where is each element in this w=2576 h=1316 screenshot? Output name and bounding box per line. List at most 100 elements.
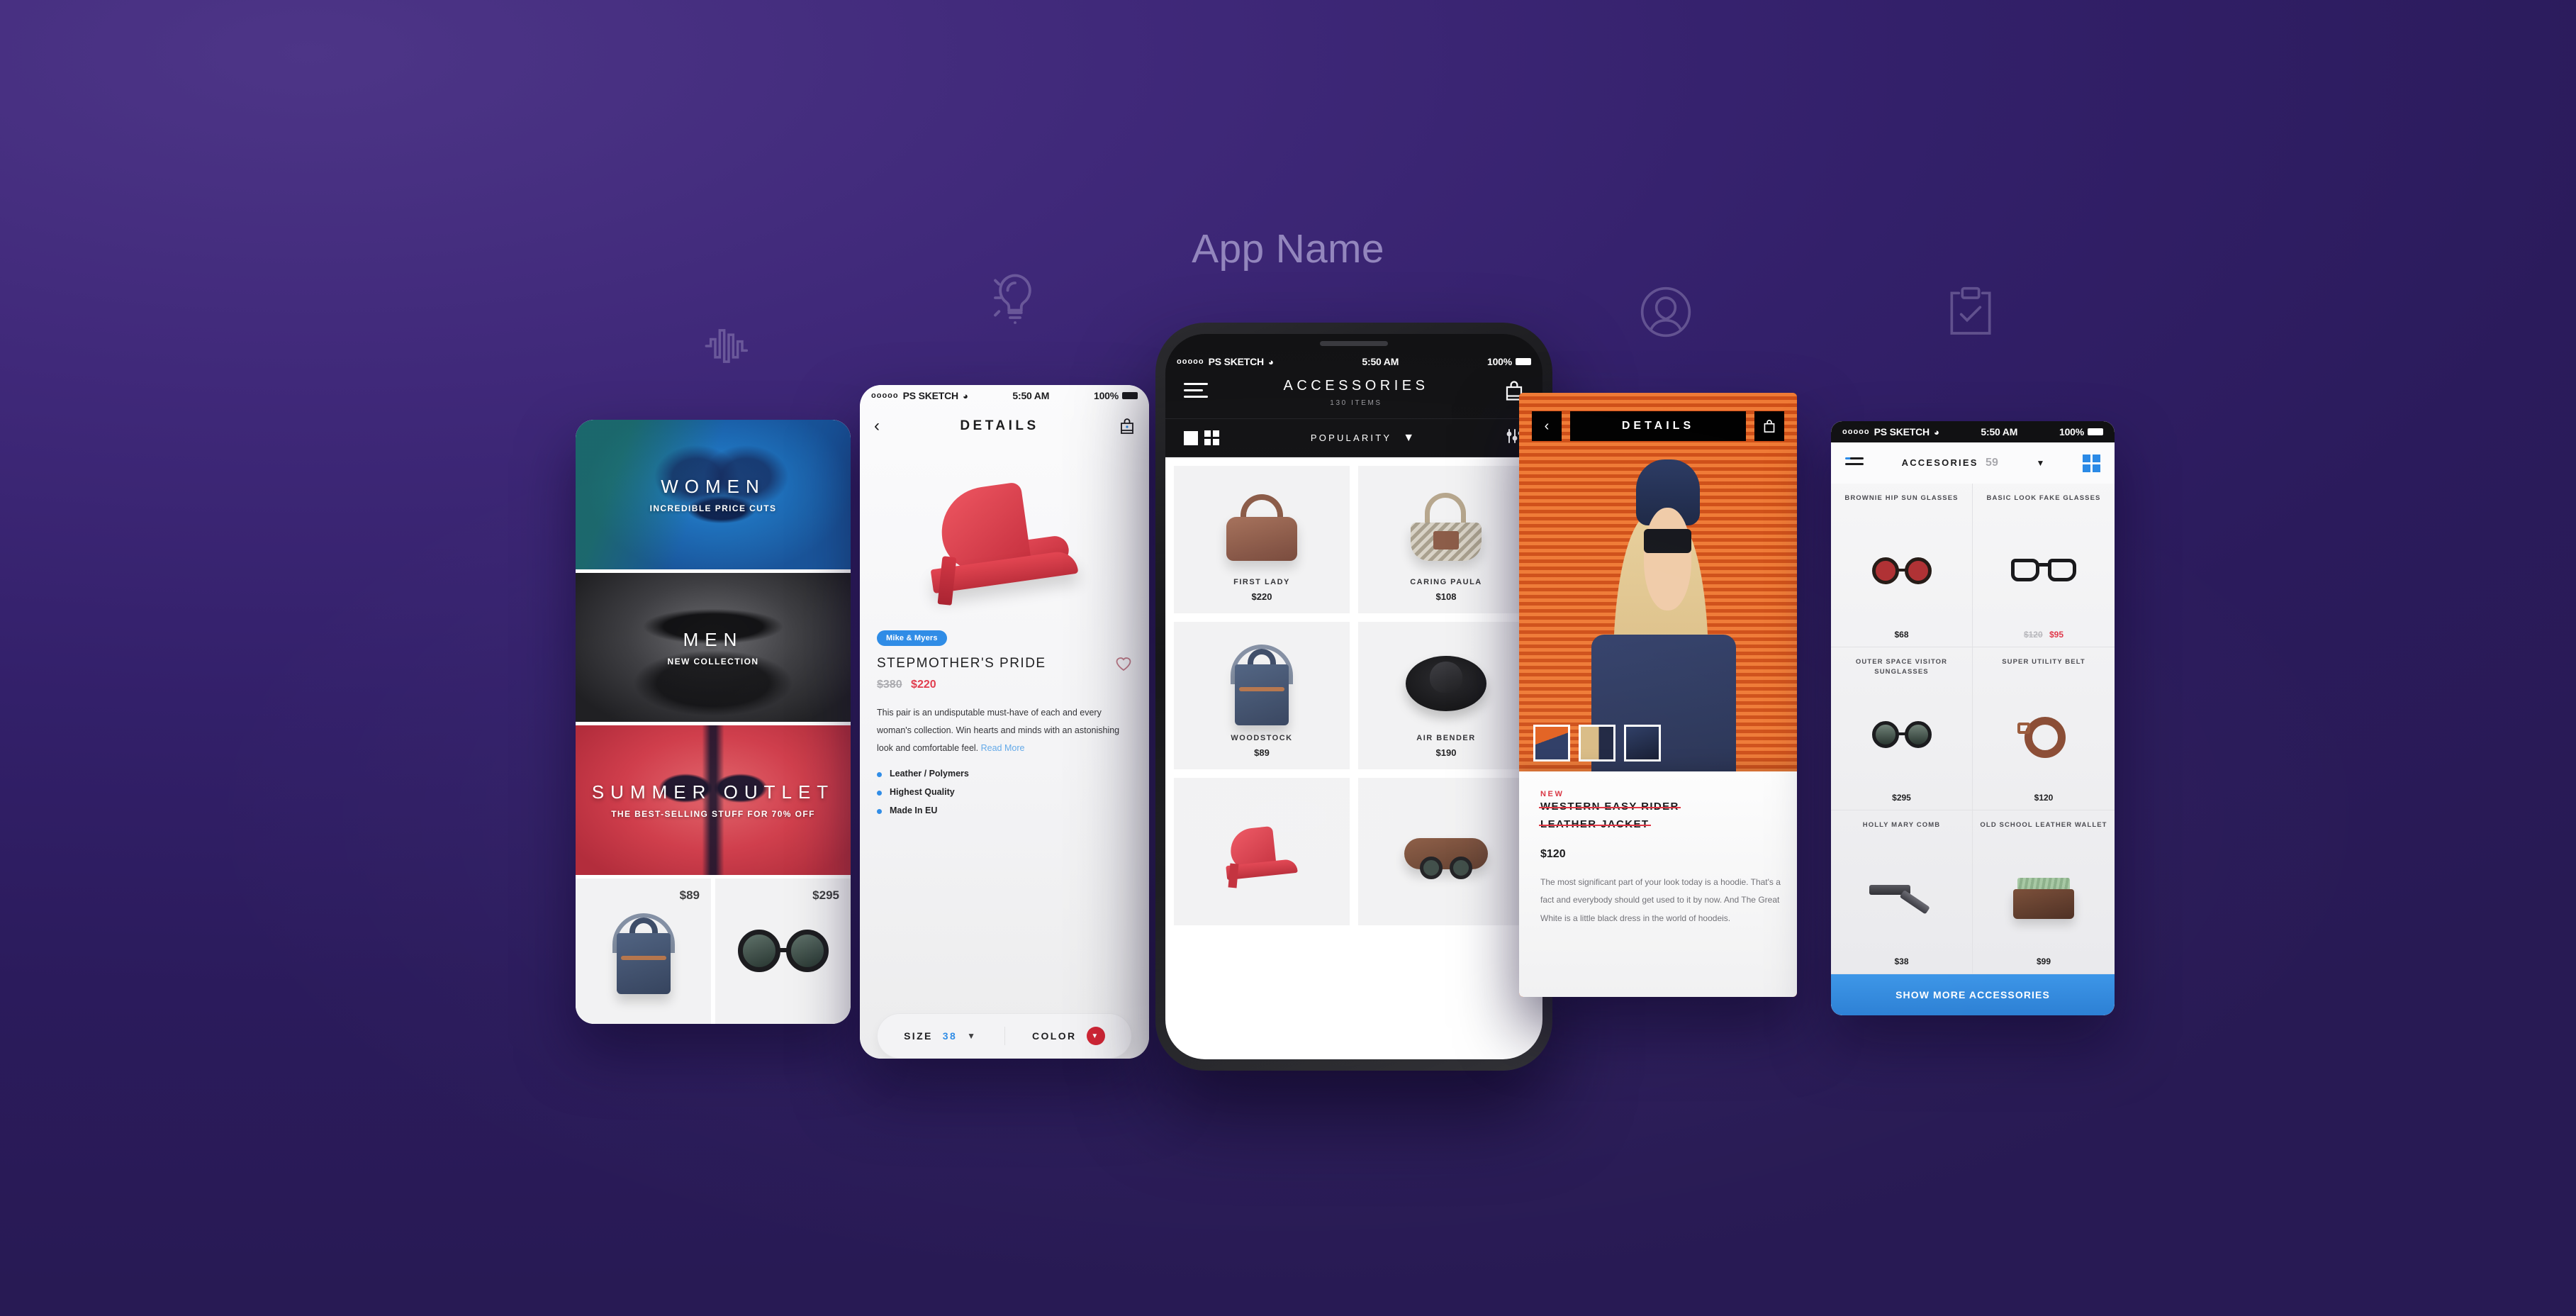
item-count: 130 ITEMS	[1330, 399, 1382, 407]
show-more-accessories-button[interactable]: SHOW MORE ACCESSORIES	[1831, 974, 2115, 1015]
price-row: $380 $220	[877, 679, 1132, 691]
filter-bar: POPULARITY ▼	[1165, 418, 1542, 457]
product-card[interactable]: CARING PAULA $108	[1358, 466, 1534, 613]
status-bar: ooooo PS SKETCH ◕ 5:50 AM 100%	[1831, 421, 2115, 442]
earpiece-speaker	[1165, 334, 1542, 352]
details-orange-screen: ‹ DETAILS NEW WESTERN EASY RIDER LEATHER…	[1519, 393, 1797, 997]
color-swatch: ▼	[1086, 1027, 1105, 1045]
details-navbar: ‹ DETAILS	[860, 406, 1149, 446]
brown-round-sunglasses-icon	[1871, 557, 1932, 586]
wifi-icon: ◕	[962, 390, 968, 401]
chevron-down-icon: ▼	[1403, 431, 1415, 444]
product-price: $120	[2034, 793, 2054, 803]
product-card[interactable]	[1358, 778, 1534, 925]
size-selector[interactable]: SIZE 38 ▼	[877, 1030, 1004, 1042]
current-price: $220	[911, 679, 936, 691]
old-price: $120	[2023, 629, 2043, 640]
status-bar: ooooo PS SKETCH ◕ 5:50 AM 100%	[860, 385, 1149, 406]
banner-title: SUMMER OUTLET	[591, 781, 835, 803]
product-name: BROWNIE HIP SUN GLASSES	[1844, 494, 1959, 502]
read-more-link[interactable]: Read More	[981, 743, 1025, 753]
brand-badge[interactable]: Mike & Myers	[877, 630, 947, 646]
product-name: HOLLY MARY COMB	[1862, 821, 1941, 830]
product-price: $120	[1540, 847, 1566, 860]
navbar-title: DETAILS	[1570, 411, 1746, 441]
product-price: $295	[1892, 793, 1911, 803]
shopping-bag-icon[interactable]	[1754, 411, 1784, 441]
navbar-title: ACCESSORIES	[1283, 378, 1429, 394]
size-color-row: SIZE 38 ▼ COLOR ▼	[877, 1013, 1132, 1059]
product-name: WESTERN EASY RIDER LEATHER JACKET	[1540, 798, 1787, 834]
details-screen: ooooo PS SKETCH ◕ 5:50 AM 100% ‹ DETAILS	[860, 385, 1149, 1059]
heart-icon[interactable]	[1115, 656, 1132, 671]
product-card[interactable]: BASIC LOOK FAKE GLASSES $120 $95	[1973, 484, 2115, 647]
category-banner-women[interactable]: WOMEN INCREDIBLE PRICE CUTS	[576, 420, 851, 573]
denim-tote-icon	[1225, 640, 1299, 725]
product-name-line2: LEATHER JACKET	[1540, 818, 1650, 830]
accessories-list-screen: ooooo PS SKETCH ◕ 5:50 AM 100% ACCESORIE…	[1831, 421, 2115, 1015]
product-info: Mike & Myers STEPMOTHER'S PRIDE $380 $22…	[860, 623, 1149, 1009]
product-card[interactable]: WOODSTOCK $89	[1174, 622, 1350, 769]
product-card[interactable]: SUPER UTILITY BELT $120	[1973, 647, 2115, 811]
size-label: SIZE	[904, 1030, 933, 1042]
product-card[interactable]: HOLLY MARY COMB $38	[1831, 810, 1973, 974]
promo-stage: App Name WOMEN INCREDIBLE PRICE CUTS MEN…	[0, 0, 2576, 1316]
product-name: WOODSTOCK	[1231, 734, 1293, 742]
product-info-card: NEW WESTERN EASY RIDER LEATHER JACKET $1…	[1519, 771, 1797, 997]
shopping-bag-icon[interactable]	[1119, 418, 1135, 435]
red-pump-shoe-icon	[1223, 820, 1300, 888]
thumbnail[interactable]	[1533, 725, 1570, 762]
folding-comb-icon	[1869, 881, 1934, 916]
product-description: This pair is an undisputable must-have o…	[877, 704, 1132, 757]
thumbnail[interactable]	[1624, 725, 1661, 762]
product-price: $108	[1435, 591, 1457, 602]
category-banner-summer-outlet[interactable]: SUMMER OUTLET THE BEST-SELLING STUFF FOR…	[576, 725, 851, 879]
back-button[interactable]: ‹	[1532, 411, 1562, 441]
chevron-down-icon[interactable]: ▼	[2036, 458, 2044, 468]
carrier-label: PS SKETCH	[902, 390, 959, 401]
product-card[interactable]: FIRST LADY $220	[1174, 466, 1350, 613]
lightbulb-icon	[985, 268, 1045, 328]
clock: 5:50 AM	[1012, 390, 1050, 401]
banner-title: MEN	[683, 628, 744, 650]
color-selector[interactable]: COLOR ▼	[1004, 1027, 1133, 1045]
product-description: The most significant part of your look t…	[1540, 876, 1781, 924]
category-banner-men[interactable]: MEN NEW COLLECTION	[576, 572, 851, 726]
straw-basket-bag-icon	[1405, 493, 1487, 561]
back-button[interactable]: ‹	[874, 418, 880, 435]
product-card[interactable]: BROWNIE HIP SUN GLASSES $68	[1831, 484, 1973, 647]
product-price: $295	[812, 888, 839, 903]
doctor-bag-icon	[1222, 493, 1301, 561]
product-card[interactable]: AIR BENDER $190	[1358, 622, 1534, 769]
list-item: Leather / Polymers	[877, 769, 1132, 779]
product-card[interactable]: $89	[576, 879, 711, 1024]
sort-control[interactable]: POPULARITY ▼	[1311, 432, 1414, 445]
product-name: OLD SCHOOL LEATHER WALLET	[1980, 821, 2107, 830]
navbar-title-group[interactable]: ACCESORIES 59	[1902, 457, 1998, 469]
new-badge: NEW	[1540, 790, 1564, 798]
product-card[interactable]: OLD SCHOOL LEATHER WALLET $99	[1973, 810, 2115, 974]
product-price: $190	[1435, 747, 1457, 758]
thumbnail[interactable]	[1579, 725, 1615, 762]
single-column-view-icon[interactable]	[1184, 430, 1198, 445]
product-card[interactable]: $295	[711, 879, 851, 1024]
battery-label: 100%	[1487, 356, 1531, 367]
color-label: COLOR	[1031, 1030, 1077, 1042]
product-name: STEPMOTHER'S PRIDE	[877, 656, 1046, 671]
grid-view-icon[interactable]	[2082, 454, 2100, 472]
status-bar: ooooo PS SKETCH ◕ 5:50 AM 100%	[1165, 352, 1542, 371]
tote-bag-icon	[607, 909, 681, 994]
list-view-icon[interactable]	[1845, 457, 1864, 469]
banner-subtitle: INCREDIBLE PRICE CUTS	[649, 503, 777, 513]
carrier-label: PS SKETCH	[1208, 356, 1265, 367]
hamburger-menu-icon[interactable]	[1184, 383, 1208, 402]
view-toggle[interactable]	[1184, 430, 1219, 445]
wifi-icon: ◕	[1933, 426, 1939, 437]
feature-list: Leather / Polymers Highest Quality Made …	[877, 769, 1132, 815]
product-card[interactable]	[1174, 778, 1350, 925]
product-card[interactable]: OUTER SPACE VISITOR SUNGLASSES $295	[1831, 647, 1973, 811]
grid-view-icon[interactable]	[1204, 430, 1219, 445]
clock: 5:50 AM	[1981, 426, 2018, 437]
product-price: $89	[1254, 747, 1270, 758]
red-high-heel-icon	[923, 459, 1086, 608]
